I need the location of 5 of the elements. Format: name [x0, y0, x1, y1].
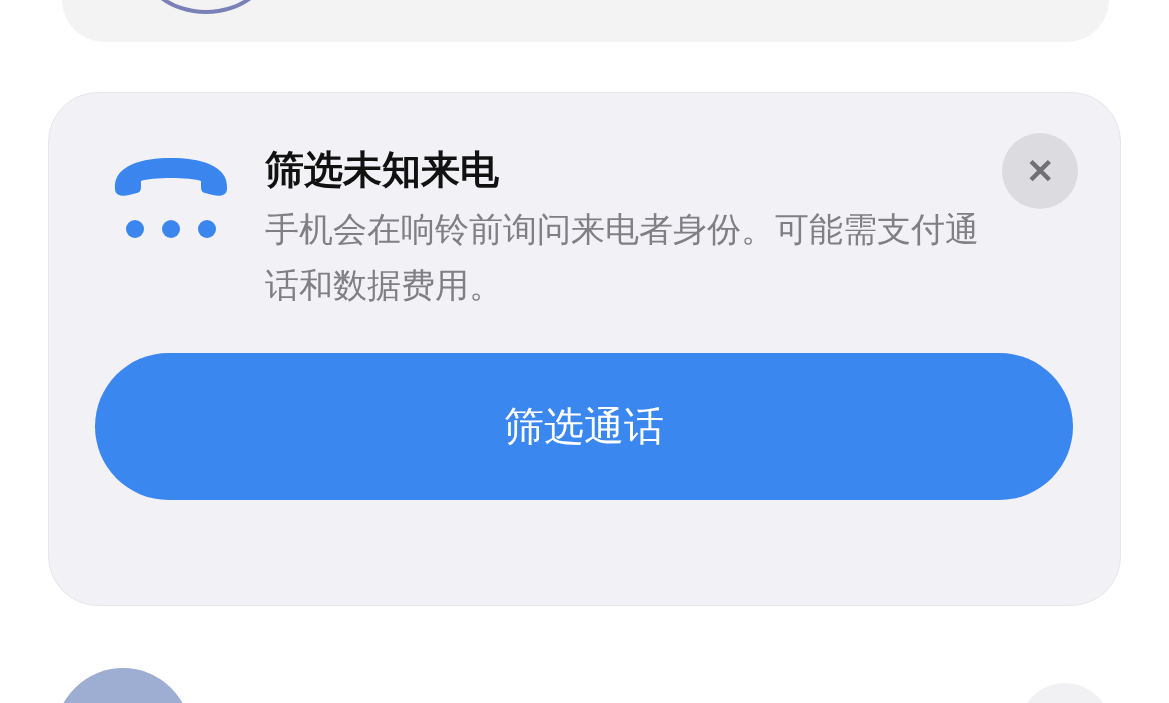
- card-title: 筛选未知来电: [265, 146, 500, 194]
- card-description: 手机会在响铃前询问来电者身份。可能需支付通话和数据费用。: [265, 208, 980, 307]
- close-button[interactable]: ✕: [1002, 133, 1078, 209]
- screen-calls-button[interactable]: 筛选通话: [95, 353, 1073, 500]
- phone-icon: [113, 155, 229, 241]
